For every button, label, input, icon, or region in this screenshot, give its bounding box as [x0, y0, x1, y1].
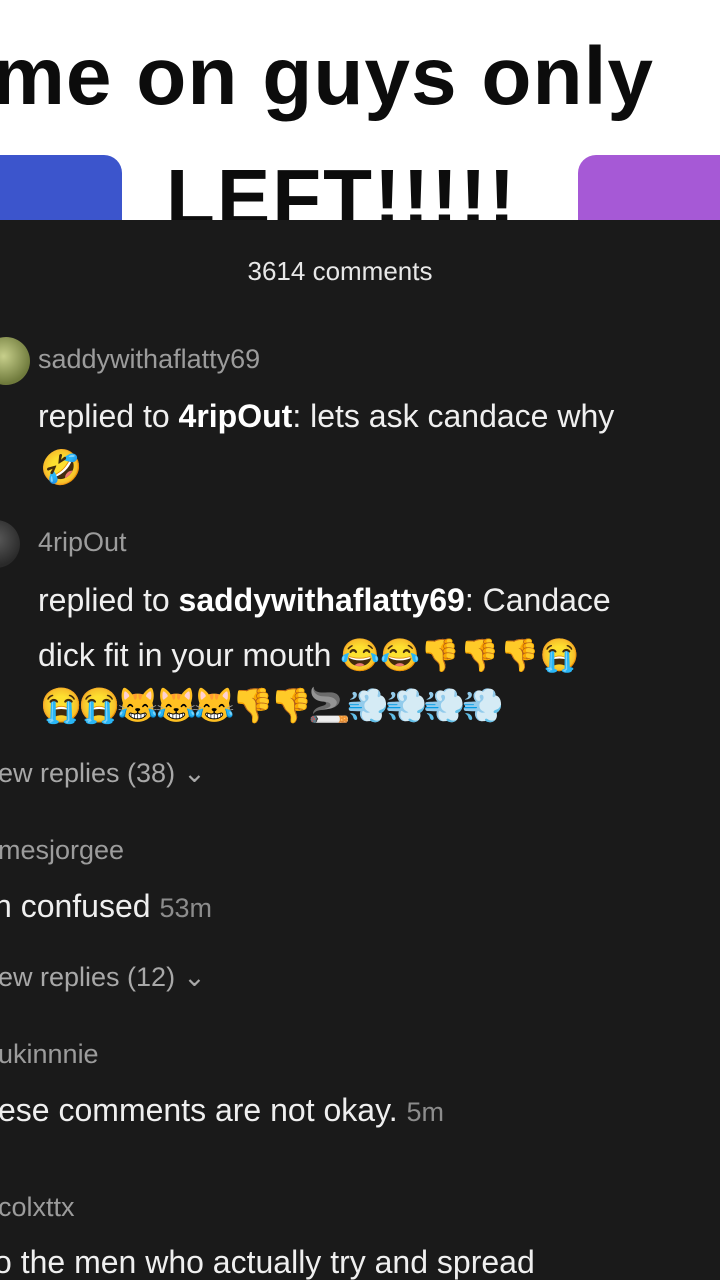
- comment-body: : Candace: [464, 582, 611, 618]
- chevron-down-icon: ⌄: [183, 962, 206, 992]
- comment-username[interactable]: saddywithaflatty69: [38, 344, 260, 375]
- comment-username[interactable]: mesjorgee: [0, 835, 124, 866]
- video-left-button-graphic: [0, 155, 122, 220]
- comment-text: replied to 4ripOut: lets ask candace why: [38, 398, 614, 435]
- comment-text-line2: dick fit in your mouth 😂😂👎👎👎😭: [38, 637, 580, 673]
- avatar[interactable]: [0, 337, 30, 385]
- view-replies-label: ew replies (38): [0, 758, 176, 788]
- chevron-down-icon: ⌄: [183, 758, 206, 788]
- video-subcaption: LEFT!!!!!: [166, 153, 518, 220]
- comment-username[interactable]: colxttx: [0, 1192, 75, 1223]
- reply-to-mention[interactable]: saddywithaflatty69: [179, 582, 465, 618]
- comment-text: o the men who actually try and spread: [0, 1244, 535, 1280]
- comment-username[interactable]: 4ripOut: [38, 527, 127, 558]
- comment-text: ese comments are not okay. 5m: [0, 1092, 444, 1129]
- comment-body: : lets ask candace why: [292, 398, 615, 434]
- avatar[interactable]: [0, 520, 20, 568]
- comment-time: 53m: [159, 893, 212, 923]
- video-right-button-graphic: [578, 155, 720, 220]
- view-replies-button[interactable]: ew replies (38) ⌄: [0, 758, 206, 789]
- video-player[interactable]: me on guys only LEFT!!!!!: [0, 0, 720, 220]
- comment-username[interactable]: ukinnnie: [0, 1039, 99, 1070]
- reply-to-mention[interactable]: 4ripOut: [179, 398, 293, 434]
- view-replies-button[interactable]: ew replies (12) ⌄: [0, 962, 206, 993]
- reply-prefix: replied to: [38, 582, 179, 618]
- view-replies-label: ew replies (12): [0, 962, 176, 992]
- reply-prefix: replied to: [38, 398, 179, 434]
- comment-text: n confused 53m: [0, 888, 212, 925]
- comment-emoji-line: 🤣: [40, 449, 82, 487]
- comment-count: 3614 comments: [247, 256, 433, 286]
- comment-time: 5m: [406, 1097, 444, 1127]
- comment-body: ese comments are not okay.: [0, 1092, 398, 1128]
- comment-body: n confused: [0, 888, 151, 924]
- comment-emoji-line: 😭😭😹😹😹👎👎🚬💨💨💨💨: [40, 687, 504, 725]
- comments-sheet: 3614 comments saddywithaflatty69 replied…: [0, 220, 720, 1280]
- video-caption: me on guys only: [0, 31, 654, 122]
- comment-text: replied to saddywithaflatty69: Candace: [38, 582, 611, 619]
